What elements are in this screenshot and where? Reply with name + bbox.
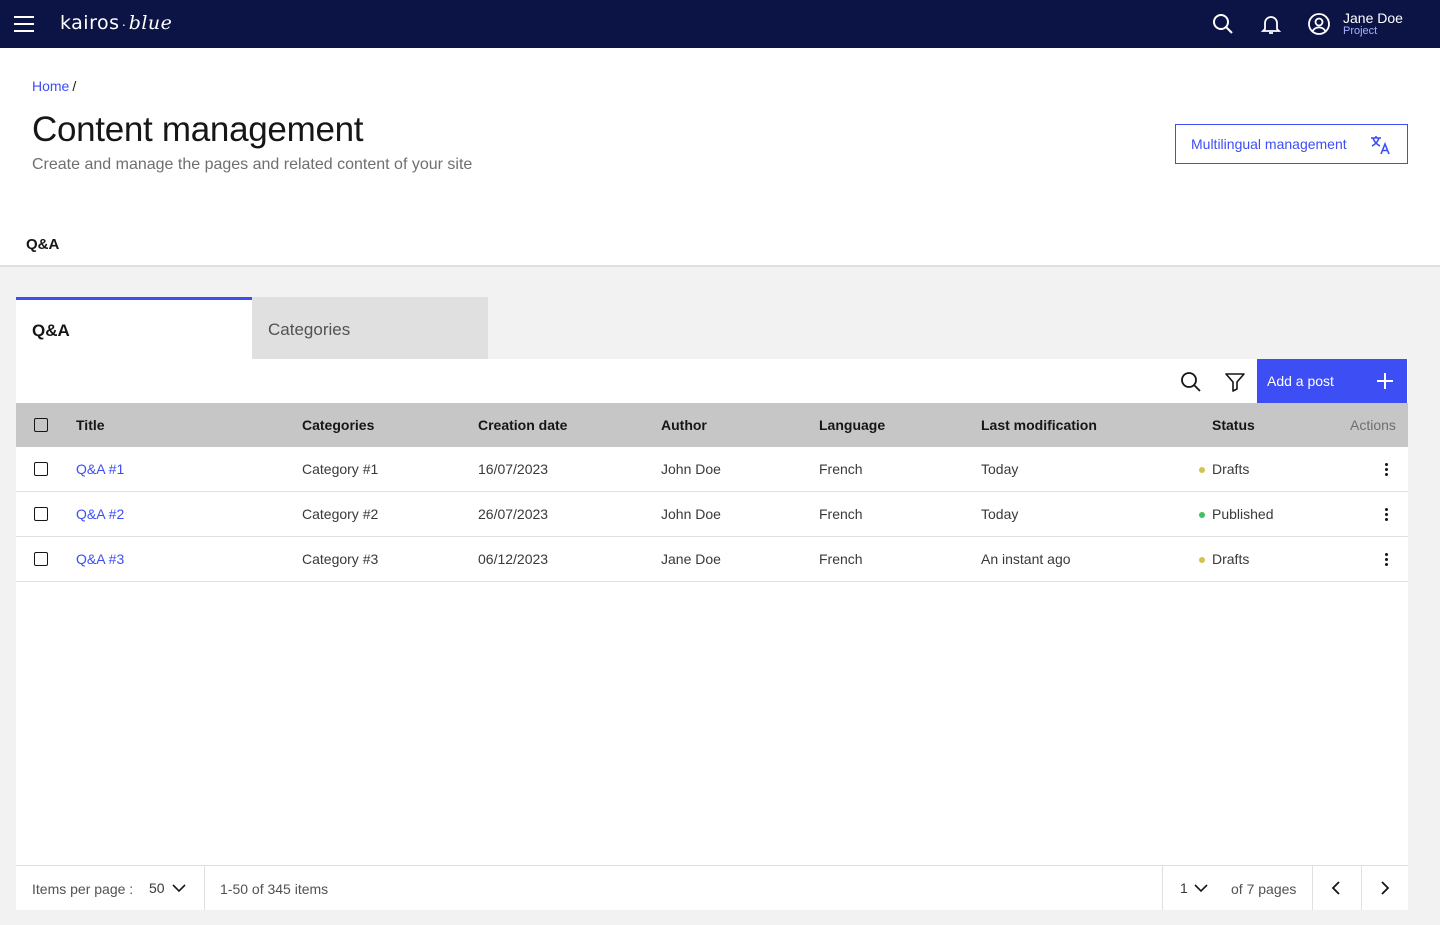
status-dot [1199, 467, 1205, 473]
menu-icon[interactable] [12, 12, 36, 36]
select-all-checkbox[interactable] [34, 418, 48, 432]
brand-separator: · [121, 16, 127, 32]
plus-icon [1377, 373, 1393, 389]
current-page: 1 [1180, 880, 1188, 896]
row-last-modification: An instant ago [981, 551, 1071, 567]
breadcrumb-separator: / [72, 78, 77, 94]
pager-divider [204, 866, 205, 910]
add-post-label: Add a post [1267, 373, 1334, 389]
brand-logo[interactable]: kairos · blue [60, 12, 172, 35]
filter-icon[interactable] [1223, 370, 1247, 394]
breadcrumb-home-link[interactable]: Home [32, 78, 69, 94]
row-last-modification: Today [981, 461, 1019, 477]
column-creation-date[interactable]: Creation date [478, 417, 567, 433]
table-row: Q&A #1 Category #1 16/07/2023 John Doe F… [16, 447, 1408, 492]
user-circle-icon[interactable] [1307, 12, 1331, 36]
row-language: French [819, 461, 863, 477]
column-actions: Actions [1350, 417, 1396, 433]
column-title[interactable]: Title [76, 417, 105, 433]
previous-page-button[interactable] [1312, 866, 1360, 910]
status-dot [1199, 512, 1205, 518]
translate-icon [1371, 136, 1390, 155]
multilingual-management-label: Multilingual management [1191, 136, 1347, 152]
row-category: Category #3 [302, 551, 379, 567]
row-status: Published [1212, 506, 1274, 522]
column-status[interactable]: Status [1212, 417, 1255, 433]
chevron-right-icon [1381, 881, 1390, 895]
chevron-down-icon [1194, 884, 1208, 893]
row-actions-menu-icon[interactable] [1382, 549, 1390, 569]
row-creation-date: 26/07/2023 [478, 506, 549, 522]
row-title-link[interactable]: Q&A #1 [76, 461, 124, 477]
page-select[interactable]: 1 [1180, 866, 1209, 910]
brand-name: kairos [60, 12, 120, 34]
breadcrumb: Home / [32, 78, 76, 94]
subtab-qa[interactable]: Q&A [16, 297, 252, 359]
row-category: Category #1 [302, 461, 379, 477]
page-subtitle: Create and manage the pages and related … [32, 156, 473, 173]
row-checkbox[interactable] [34, 507, 48, 521]
row-title-link[interactable]: Q&A #3 [76, 551, 124, 567]
column-language[interactable]: Language [819, 417, 885, 433]
search-icon[interactable] [1179, 370, 1203, 394]
user-project[interactable]: Project [1343, 25, 1377, 37]
row-author: John Doe [661, 506, 721, 522]
next-page-button[interactable] [1361, 866, 1409, 910]
row-author: John Doe [661, 461, 721, 477]
table-row: Q&A #3 Category #3 06/12/2023 Jane Doe F… [16, 537, 1408, 582]
bell-icon[interactable] [1259, 12, 1283, 36]
row-category: Category #2 [302, 506, 379, 522]
add-post-button[interactable]: Add a post [1257, 359, 1407, 403]
items-per-page-value: 50 [149, 880, 165, 896]
search-icon[interactable] [1211, 12, 1235, 36]
row-checkbox[interactable] [34, 462, 48, 476]
column-author[interactable]: Author [661, 417, 707, 433]
table-panel: Add a post Title Categories Creation dat… [16, 359, 1408, 910]
row-status: Drafts [1212, 461, 1250, 477]
items-per-page-label: Items per page : [32, 881, 134, 897]
row-language: French [819, 551, 863, 567]
row-actions-menu-icon[interactable] [1382, 504, 1390, 524]
table-row: Q&A #2 Category #2 26/07/2023 John Doe F… [16, 492, 1408, 537]
status-dot [1199, 557, 1205, 563]
row-actions-menu-icon[interactable] [1382, 459, 1390, 479]
chevron-down-icon [172, 884, 186, 893]
table-header: Title Categories Creation date Author La… [16, 403, 1408, 447]
brand-suffix: blue [128, 12, 173, 34]
pagination-bar: Items per page : 50 1-50 of 345 items 1 … [16, 865, 1408, 910]
row-creation-date: 06/12/2023 [478, 551, 549, 567]
top-bar: kairos · blue Jane Doe Project [0, 0, 1440, 48]
chevron-left-icon [1331, 881, 1340, 895]
row-language: French [819, 506, 863, 522]
subtab-categories[interactable]: Categories [252, 297, 488, 359]
row-creation-date: 16/07/2023 [478, 461, 549, 477]
items-per-page-select[interactable]: 50 [149, 866, 187, 910]
items-range: 1-50 of 345 items [220, 881, 329, 897]
column-categories[interactable]: Categories [302, 417, 374, 433]
total-pages: of 7 pages [1231, 881, 1297, 897]
row-checkbox[interactable] [34, 552, 48, 566]
tab-qa[interactable]: Q&A [16, 228, 156, 268]
row-status: Drafts [1212, 551, 1250, 567]
column-last-modification[interactable]: Last modification [981, 417, 1097, 433]
user-name[interactable]: Jane Doe [1343, 10, 1403, 26]
page-title: Content management [32, 110, 364, 149]
pager-divider [1162, 866, 1163, 910]
row-author: Jane Doe [661, 551, 721, 567]
multilingual-management-button[interactable]: Multilingual management [1175, 124, 1408, 164]
row-title-link[interactable]: Q&A #2 [76, 506, 124, 522]
row-last-modification: Today [981, 506, 1019, 522]
